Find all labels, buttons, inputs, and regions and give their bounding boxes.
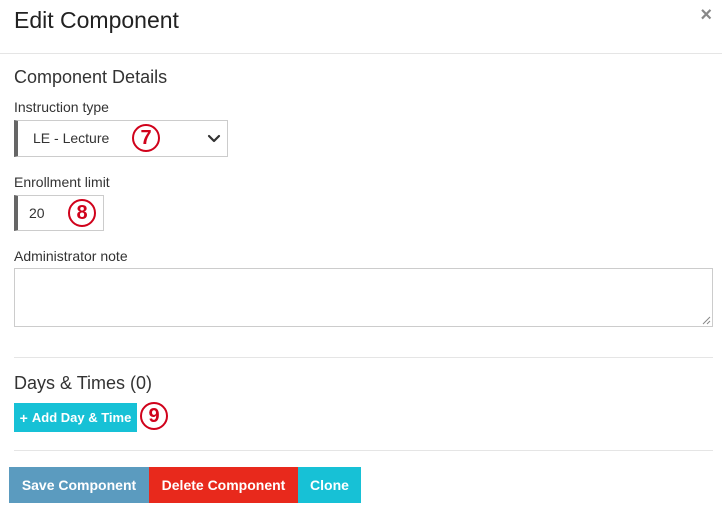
administrator-note-label: Administrator note xyxy=(14,248,128,264)
delete-component-button[interactable]: Delete Component xyxy=(149,467,298,503)
clone-button[interactable]: Clone xyxy=(298,467,361,503)
enrollment-limit-value: 20 xyxy=(29,205,45,221)
callout-8: 8 xyxy=(68,199,96,227)
instruction-type-value: LE - Lecture xyxy=(33,130,110,146)
days-times-heading: Days & Times (0) xyxy=(14,373,153,393)
chevron-down-icon xyxy=(207,134,221,143)
close-icon[interactable]: × xyxy=(700,4,712,26)
resize-grip-icon[interactable] xyxy=(701,315,711,325)
modal-header: Edit Component × xyxy=(0,0,722,54)
callout-7: 7 xyxy=(132,124,160,152)
save-component-button[interactable]: Save Component xyxy=(9,467,149,503)
callout-9: 9 xyxy=(140,402,168,430)
enrollment-limit-label: Enrollment limit xyxy=(14,174,110,190)
administrator-note-textarea[interactable] xyxy=(14,268,713,327)
instruction-type-select[interactable]: LE - Lecture xyxy=(14,120,228,157)
plus-icon: + xyxy=(19,409,28,426)
add-day-time-button[interactable]: + Add Day & Time xyxy=(14,403,137,432)
component-details-heading: Component Details xyxy=(14,67,168,87)
section-divider xyxy=(14,357,713,358)
add-day-time-label: Add Day & Time xyxy=(31,410,132,425)
modal-title: Edit Component xyxy=(14,7,179,33)
footer-divider xyxy=(14,450,713,451)
instruction-type-label: Instruction type xyxy=(14,99,109,115)
